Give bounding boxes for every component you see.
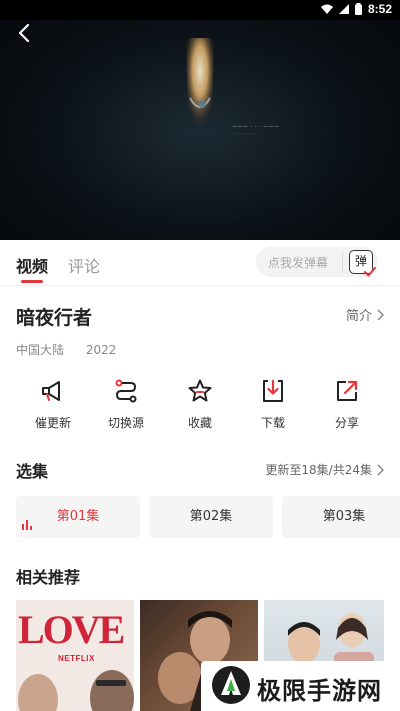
switch-source-label: 切换源 xyxy=(107,416,144,430)
episode-item[interactable]: 第03集 xyxy=(282,496,400,538)
episode-list: 第01集 第02集 第03集 xyxy=(16,496,400,538)
danmu-toggle-label: 弹 xyxy=(354,254,367,268)
back-button[interactable] xyxy=(14,22,36,44)
signal-icon xyxy=(338,4,349,14)
danmu-toggle-button[interactable]: 弹 xyxy=(349,250,376,277)
tab-video[interactable]: 视频 xyxy=(16,253,48,277)
recommend-heading: 相关推荐 xyxy=(16,568,81,587)
site-watermark: 极限手游网 xyxy=(201,661,400,711)
download-label: 下载 xyxy=(260,416,285,430)
episode-item[interactable]: 第02集 xyxy=(149,496,273,538)
tab-comments[interactable]: 评论 xyxy=(68,253,100,277)
recommend-poster[interactable]: LOVE NETFLIX xyxy=(16,600,134,711)
video-frame-art xyxy=(186,38,214,132)
switch-source-button[interactable]: 切换源 xyxy=(89,378,163,431)
download-icon xyxy=(263,379,283,402)
urge-update-button[interactable]: 催更新 xyxy=(16,378,90,431)
status-bar: 8:52 xyxy=(0,0,400,20)
chevron-left-icon xyxy=(18,23,30,43)
clock: 8:52 xyxy=(367,2,392,16)
video-caption-sub: · · · · · · · · · · xyxy=(232,131,257,136)
show-meta: 中国大陆 2022 xyxy=(16,341,126,358)
danmu-input[interactable]: 点我发弹幕 xyxy=(268,254,328,271)
watermark-text: 极限手游网 xyxy=(257,677,382,705)
episodes-more-link[interactable]: 更新至18集/共24集 xyxy=(265,461,384,478)
urge-update-label: 催更新 xyxy=(34,416,71,430)
share-button[interactable]: 分享 xyxy=(310,378,384,431)
episode-label: 第02集 xyxy=(189,509,233,524)
show-region: 中国大陆 xyxy=(16,343,65,357)
danmu-divider xyxy=(342,252,343,272)
episode-label: 第01集 xyxy=(56,509,100,524)
danmu-bar: 点我发弹幕 弹 xyxy=(256,247,378,277)
star-icon xyxy=(188,379,212,402)
chevron-right-icon xyxy=(377,308,384,321)
favorite-label: 收藏 xyxy=(187,416,212,430)
watermark-logo-icon xyxy=(212,666,250,704)
chevron-right-icon xyxy=(377,463,384,476)
megaphone-icon xyxy=(42,381,60,401)
action-bar: 催更新 切换源 收藏 下载 分享 xyxy=(0,378,400,436)
show-year: 2022 xyxy=(85,343,117,357)
active-tab-indicator xyxy=(21,280,43,283)
poster-art xyxy=(18,670,134,711)
intro-label: 简介 xyxy=(345,309,372,324)
intro-link[interactable]: 简介 xyxy=(346,305,384,324)
share-label: 分享 xyxy=(334,416,359,430)
episode-label: 第03集 xyxy=(322,509,366,524)
wifi-icon xyxy=(320,4,333,14)
show-title: 暗夜行者 xyxy=(16,307,93,329)
video-caption: ——— · · · ——— xyxy=(232,124,280,130)
check-icon xyxy=(364,267,376,277)
share-icon xyxy=(337,380,358,401)
battery-icon xyxy=(354,3,362,15)
favorite-button[interactable]: 收藏 xyxy=(163,378,237,431)
switch-source-icon xyxy=(115,379,137,403)
episodes-heading: 选集 xyxy=(16,462,49,481)
download-button[interactable]: 下载 xyxy=(236,378,310,431)
playing-indicator-icon xyxy=(22,520,32,530)
episodes-update-text: 更新至18集/共24集 xyxy=(265,463,372,477)
video-player[interactable]: ——— · · · ——— · · · · · · · · · · xyxy=(0,0,400,240)
episode-item[interactable]: 第01集 xyxy=(16,496,140,538)
